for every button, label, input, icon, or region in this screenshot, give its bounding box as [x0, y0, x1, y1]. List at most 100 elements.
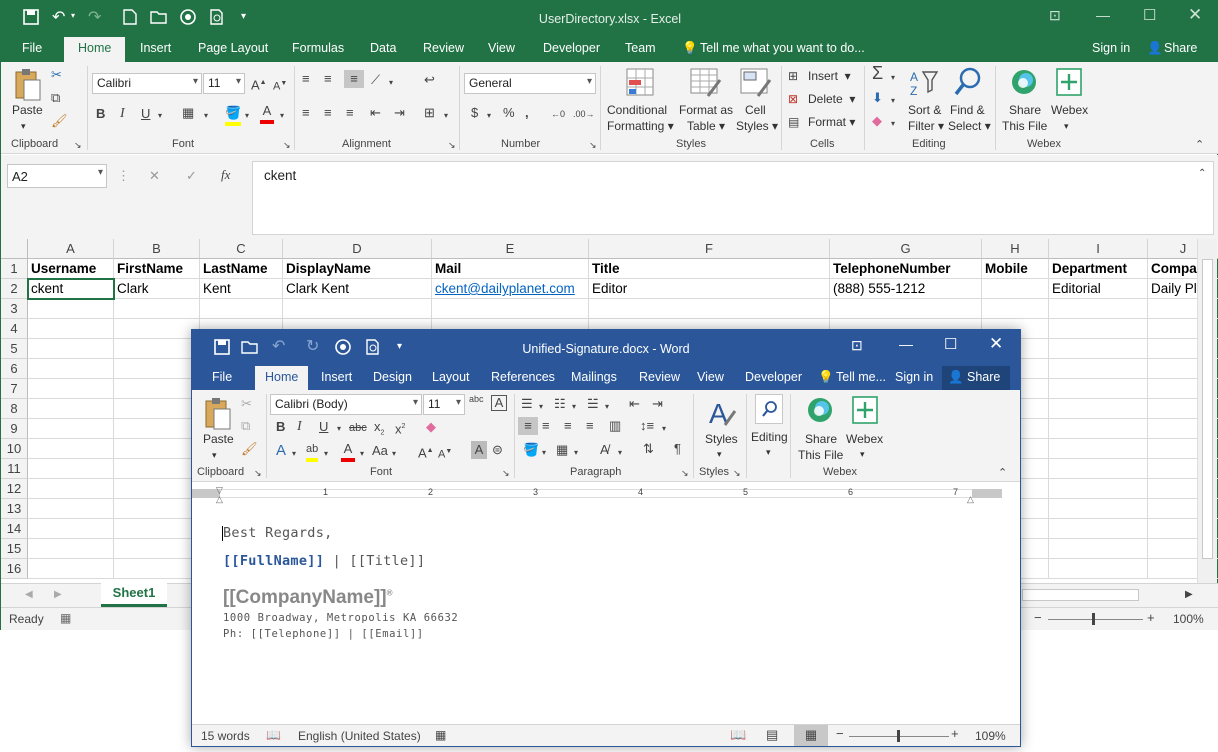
tab-layout[interactable]: Layout: [432, 370, 470, 384]
increase-font-icon[interactable]: A▲: [251, 74, 267, 94]
insert-cells-label[interactable]: Insert ▾: [808, 68, 851, 84]
row-header[interactable]: 13: [1, 499, 28, 519]
text-effects-icon[interactable]: A: [276, 442, 286, 460]
minimize-icon[interactable]: —: [899, 336, 913, 352]
wrap-text-icon[interactable]: ↩: [424, 71, 435, 89]
close-icon[interactable]: ✕: [1188, 5, 1202, 25]
font-color-icon[interactable]: A: [341, 440, 355, 462]
maximize-icon[interactable]: ☐: [1143, 6, 1156, 24]
empty-cell[interactable]: [28, 379, 114, 399]
empty-cell[interactable]: [114, 339, 200, 359]
format-cells-icon[interactable]: ▤: [788, 113, 799, 131]
header-cell[interactable]: Title: [589, 259, 830, 279]
tab-data[interactable]: Data: [370, 41, 396, 55]
select-all-corner[interactable]: [1, 239, 28, 259]
paragraph-launcher-icon[interactable]: ↘: [681, 464, 689, 482]
minimize-icon[interactable]: —: [1096, 7, 1110, 23]
row-header[interactable]: 9: [1, 419, 28, 439]
highlight-icon[interactable]: ab: [306, 440, 319, 462]
paste-icon[interactable]: [14, 68, 42, 102]
empty-cell[interactable]: [28, 459, 114, 479]
row-header[interactable]: 7: [1, 379, 28, 399]
header-cell[interactable]: Mobile: [982, 259, 1049, 279]
row-header[interactable]: 3: [1, 299, 28, 319]
print-layout-icon[interactable]: ▤: [766, 727, 778, 743]
empty-cell[interactable]: [1049, 439, 1148, 459]
change-case-dropdown-icon[interactable]: ▾: [392, 445, 396, 463]
column-header[interactable]: D: [283, 239, 432, 259]
word-zoom-level[interactable]: 109%: [975, 729, 1006, 743]
delete-cells-label[interactable]: Delete ▾: [808, 91, 855, 107]
column-header[interactable]: A: [28, 239, 114, 259]
italic-icon[interactable]: I: [120, 105, 125, 123]
empty-cell[interactable]: [114, 539, 200, 559]
tab-view[interactable]: View: [697, 370, 724, 384]
column-header[interactable]: F: [589, 239, 830, 259]
empty-cell[interactable]: [1049, 359, 1148, 379]
empty-cell[interactable]: [28, 499, 114, 519]
underline-icon[interactable]: U: [141, 105, 150, 123]
share-this-file-icon[interactable]: [1010, 68, 1038, 96]
web-layout-icon[interactable]: ▦: [794, 725, 828, 746]
highlight-dropdown-icon[interactable]: ▾: [324, 445, 328, 463]
shading-dropdown-icon[interactable]: ▾: [542, 444, 546, 462]
orientation-icon[interactable]: ⟋: [371, 71, 380, 89]
find-select-icon[interactable]: [954, 66, 984, 98]
fill-color-icon[interactable]: 🪣: [225, 104, 242, 126]
bullets-icon[interactable]: ☰: [521, 395, 533, 413]
format-painter-icon[interactable]: 🖌: [241, 440, 258, 458]
row-header[interactable]: 8: [1, 399, 28, 419]
empty-cell[interactable]: [200, 299, 283, 319]
comma-style-icon[interactable]: ,: [525, 104, 529, 122]
format-as-label[interactable]: Format as: [679, 102, 733, 118]
fill-dropdown-icon[interactable]: ▾: [891, 92, 895, 110]
italic-icon[interactable]: I: [297, 418, 302, 436]
row-header[interactable]: 14: [1, 519, 28, 539]
editing-label[interactable]: Editing: [751, 429, 788, 445]
row-header[interactable]: 6: [1, 359, 28, 379]
empty-cell[interactable]: [1049, 479, 1148, 499]
underline-dropdown-icon[interactable]: ▾: [158, 107, 162, 125]
empty-cell[interactable]: [1049, 499, 1148, 519]
orientation-dropdown-icon[interactable]: ▾: [389, 74, 393, 92]
data-cell[interactable]: Clark Kent: [283, 279, 432, 299]
enter-formula-icon[interactable]: ✓: [186, 167, 197, 185]
empty-cell[interactable]: [114, 559, 200, 579]
name-box[interactable]: A2: [7, 164, 107, 188]
styles-label[interactable]: Styles: [705, 431, 738, 447]
zoom-out-icon[interactable]: −: [836, 726, 844, 741]
empty-cell[interactable]: [114, 479, 200, 499]
zoom-slider-thumb[interactable]: [897, 730, 900, 742]
tell-me-box[interactable]: Tell me what you want to do...: [700, 41, 865, 55]
row-header[interactable]: 12: [1, 479, 28, 499]
bold-icon[interactable]: B: [276, 418, 285, 436]
tab-references[interactable]: References: [491, 370, 555, 384]
styles-launcher-icon[interactable]: ↘: [733, 464, 741, 482]
font-launcher-icon[interactable]: ↘: [502, 464, 510, 482]
webex-dropdown-icon[interactable]: ▾: [860, 446, 865, 462]
share-button[interactable]: Share: [1164, 41, 1197, 55]
empty-cell[interactable]: [589, 299, 830, 319]
grow-font-icon[interactable]: A▲: [418, 442, 434, 462]
change-case-icon[interactable]: abc: [469, 394, 484, 404]
ruler[interactable]: ▽ △ △ 1234567: [192, 484, 1020, 504]
format-as-table-icon[interactable]: [690, 68, 722, 98]
font-name-box[interactable]: Calibri (Body): [270, 394, 422, 415]
webex-add-icon[interactable]: [852, 396, 878, 424]
webex-label[interactable]: Webex: [846, 431, 883, 447]
data-cell[interactable]: Editor: [589, 279, 830, 299]
empty-cell[interactable]: [114, 359, 200, 379]
macro-record-icon[interactable]: ▦: [60, 611, 71, 625]
zoom-in-icon[interactable]: +: [1147, 610, 1155, 625]
editing-dropdown-icon[interactable]: ▾: [766, 444, 771, 460]
column-header[interactable]: C: [200, 239, 283, 259]
data-cell[interactable]: (888) 555-1212: [830, 279, 982, 299]
decrease-font-icon[interactable]: A▼: [273, 75, 287, 96]
tab-review[interactable]: Review: [639, 370, 680, 384]
tab-insert[interactable]: Insert: [321, 370, 352, 384]
font-size-box[interactable]: 11: [423, 394, 465, 415]
number-launcher-icon[interactable]: ↘: [589, 136, 597, 154]
distributed-icon[interactable]: ▥: [609, 417, 621, 435]
maximize-icon[interactable]: ☐: [944, 335, 957, 353]
tab-page-layout[interactable]: Page Layout: [198, 41, 268, 55]
